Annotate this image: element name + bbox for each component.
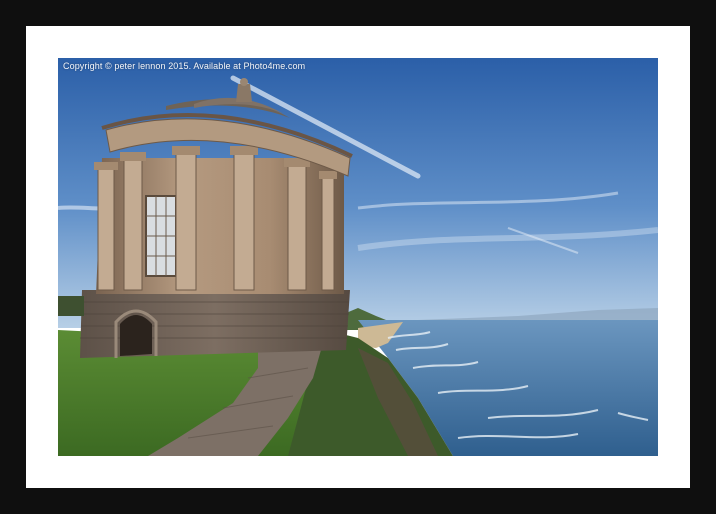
watermark-text: Copyright © peter lennon 2015. Available… [63, 61, 306, 71]
archway [120, 315, 152, 356]
lantern [236, 84, 252, 102]
photo [58, 58, 658, 456]
photo-scene [58, 58, 658, 456]
left-hedge [58, 296, 84, 316]
lantern-finial [240, 78, 248, 86]
